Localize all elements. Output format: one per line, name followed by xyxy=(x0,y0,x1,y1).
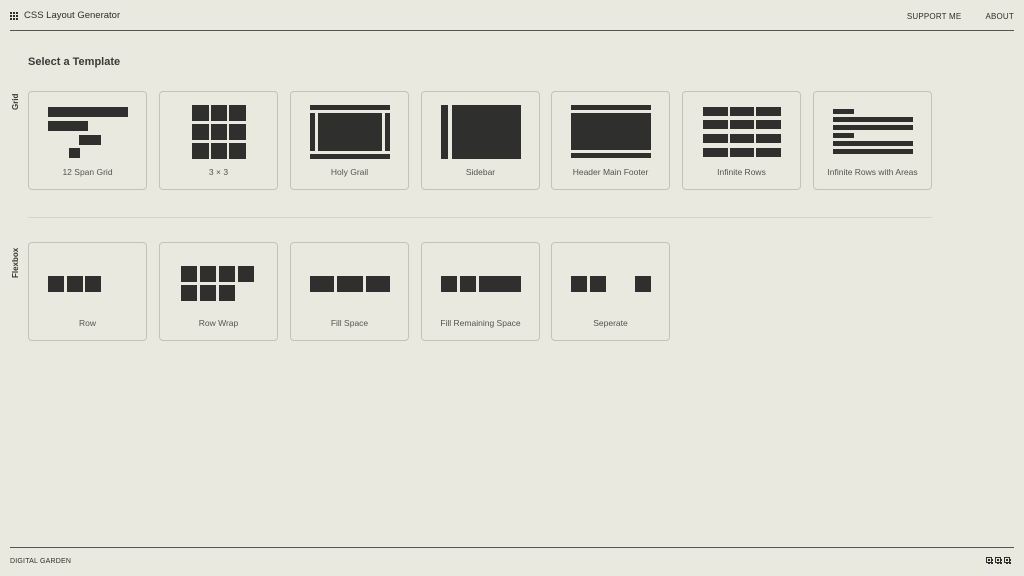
top-nav: SUPPORT ME ABOUT xyxy=(907,12,1014,21)
header-main-footer-thumbnail-icon xyxy=(552,92,669,167)
template-card-holy-grail[interactable]: Holy Grail xyxy=(290,91,409,190)
footer-divider xyxy=(10,547,1014,548)
template-label: Seperate xyxy=(593,318,628,328)
template-label: Row xyxy=(78,318,96,328)
nav-about-link[interactable]: ABOUT xyxy=(985,12,1014,21)
template-card-header-main-footer[interactable]: Header Main Footer xyxy=(551,91,670,190)
template-card-3x3[interactable]: 3 × 3 xyxy=(159,91,278,190)
template-card-sidebar[interactable]: Sidebar xyxy=(421,91,540,190)
template-label: Fill Space xyxy=(330,318,369,328)
template-card-fill-remaining-space[interactable]: Fill Remaining Space xyxy=(421,242,540,341)
infinite-rows-with-areas-thumbnail-icon xyxy=(814,92,931,167)
row-thumbnail-icon xyxy=(29,243,146,318)
template-label: Sidebar xyxy=(465,167,496,177)
grid-icon[interactable] xyxy=(986,557,993,564)
template-card-seperate[interactable]: Seperate xyxy=(551,242,670,341)
template-label: 12 Span Grid xyxy=(62,167,113,177)
3x3-grid-thumbnail-icon xyxy=(160,92,277,167)
nav-support-me-link[interactable]: SUPPORT ME xyxy=(907,12,962,21)
template-card-row[interactable]: Row xyxy=(28,242,147,341)
template-label: Holy Grail xyxy=(330,167,369,177)
holy-grail-thumbnail-icon xyxy=(291,92,408,167)
top-bar: CSS Layout Generator SUPPORT ME ABOUT xyxy=(0,0,1024,31)
12-span-grid-thumbnail-icon xyxy=(29,92,146,167)
footer-icons xyxy=(986,557,1011,564)
grid-logo-icon xyxy=(10,11,18,20)
row-wrap-thumbnail-icon xyxy=(160,243,277,318)
template-card-row-wrap[interactable]: Row Wrap xyxy=(159,242,278,341)
footer-label: DIGITAL GARDEN xyxy=(10,558,72,565)
seperate-thumbnail-icon xyxy=(552,243,669,318)
template-label: Row Wrap xyxy=(198,318,239,328)
grid-icon[interactable] xyxy=(995,557,1002,564)
brand[interactable]: CSS Layout Generator xyxy=(10,10,120,21)
fill-space-thumbnail-icon xyxy=(291,243,408,318)
template-card-fill-space[interactable]: Fill Space xyxy=(290,242,409,341)
page-title: Select a Template xyxy=(28,56,121,68)
template-card-infinite-rows[interactable]: Infinite Rows xyxy=(682,91,801,190)
sidebar-thumbnail-icon xyxy=(422,92,539,167)
infinite-rows-thumbnail-icon xyxy=(683,92,800,167)
grid-icon[interactable] xyxy=(1004,557,1011,564)
template-label: Fill Remaining Space xyxy=(440,318,521,328)
section-divider xyxy=(28,217,932,218)
app-title: CSS Layout Generator xyxy=(24,10,121,21)
template-label: Infinite Rows with Areas xyxy=(827,167,918,177)
template-card-12-span-grid[interactable]: 12 Span Grid xyxy=(28,91,147,190)
template-label: 3 × 3 xyxy=(208,167,229,177)
section-label-grid: Grid xyxy=(11,93,20,110)
template-label: Header Main Footer xyxy=(572,167,649,177)
header-divider xyxy=(10,30,1014,31)
template-card-infinite-rows-with-areas[interactable]: Infinite Rows with Areas xyxy=(813,91,932,190)
fill-remaining-space-thumbnail-icon xyxy=(422,243,539,318)
template-label: Infinite Rows xyxy=(717,167,766,177)
section-label-flexbox: Flexbox xyxy=(11,247,20,278)
